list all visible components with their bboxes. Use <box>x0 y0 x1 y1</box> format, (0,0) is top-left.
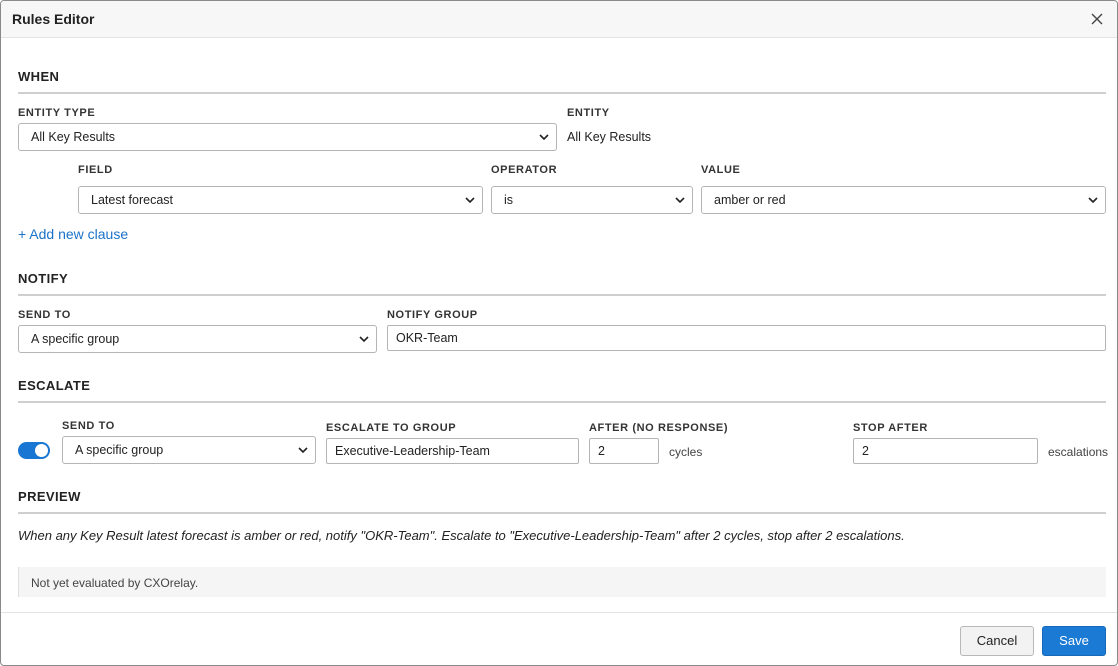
preview-section-title: PREVIEW <box>18 489 81 504</box>
close-icon[interactable] <box>1087 9 1107 29</box>
preview-divider <box>18 512 1106 514</box>
field-value: Latest forecast <box>91 193 173 207</box>
operator-select[interactable]: is <box>491 186 693 214</box>
entity-type-select[interactable]: All Key Results <box>18 123 557 151</box>
chevron-down-icon <box>1087 195 1099 205</box>
save-button[interactable]: Save <box>1042 626 1106 656</box>
escalate-group-input[interactable]: Executive-Leadership-Team <box>326 438 579 464</box>
evaluation-status-box: Not yet evaluated by CXOrelay. <box>18 567 1106 597</box>
chevron-down-icon <box>358 334 370 344</box>
operator-value: is <box>504 193 514 207</box>
toggle-knob <box>35 444 48 457</box>
escalate-send-to-label: SEND TO <box>62 420 115 432</box>
notify-group-input[interactable]: OKR-Team <box>387 325 1106 351</box>
escalate-group-label: ESCALATE TO GROUP <box>326 422 457 434</box>
when-divider <box>18 92 1106 94</box>
after-cycles-input[interactable]: 2 <box>589 438 659 464</box>
value-select[interactable]: amber or red <box>701 186 1106 214</box>
evaluation-status-text: Not yet evaluated by CXOrelay. <box>31 576 199 590</box>
notify-send-to-value: A specific group <box>31 332 120 346</box>
after-no-response-label: AFTER (NO RESPONSE) <box>589 422 729 434</box>
stop-after-label: STOP AFTER <box>853 422 928 434</box>
notify-send-to-label: SEND TO <box>18 309 71 321</box>
rules-editor-dialog: Rules Editor WHEN ENTITY TYPE All Key Re… <box>0 0 1118 666</box>
chevron-down-icon <box>464 195 476 205</box>
entity-label: ENTITY <box>567 107 610 119</box>
notify-section-title: NOTIFY <box>18 271 69 286</box>
notify-divider <box>18 294 1106 296</box>
notify-group-label: NOTIFY GROUP <box>387 309 478 321</box>
field-select[interactable]: Latest forecast <box>78 186 483 214</box>
dialog-title: Rules Editor <box>12 11 95 27</box>
dialog-header: Rules Editor <box>1 1 1117 38</box>
chevron-down-icon <box>297 445 309 455</box>
escalate-toggle[interactable] <box>18 442 50 459</box>
field-label: FIELD <box>78 164 113 176</box>
stop-after-input[interactable]: 2 <box>853 438 1038 464</box>
cycles-unit-label: cycles <box>669 445 703 459</box>
entity-type-label: ENTITY TYPE <box>18 107 96 119</box>
chevron-down-icon <box>674 195 686 205</box>
escalations-unit-label: escalations <box>1048 445 1109 459</box>
footer-divider <box>1 612 1117 613</box>
add-clause-link[interactable]: + Add new clause <box>18 226 128 242</box>
rule-preview-text: When any Key Result latest forecast is a… <box>18 528 905 543</box>
cancel-button[interactable]: Cancel <box>960 626 1034 656</box>
escalate-send-to-value: A specific group <box>75 443 164 457</box>
operator-label: OPERATOR <box>491 164 558 176</box>
escalate-send-to-select[interactable]: A specific group <box>62 436 316 464</box>
when-section-title: WHEN <box>18 69 60 84</box>
entity-type-value: All Key Results <box>31 130 116 144</box>
escalate-divider <box>18 401 1106 403</box>
chevron-down-icon <box>538 132 550 142</box>
value-value: amber or red <box>714 193 786 207</box>
escalate-section-title: ESCALATE <box>18 378 91 393</box>
entity-value: All Key Results <box>567 130 652 144</box>
notify-send-to-select[interactable]: A specific group <box>18 325 377 353</box>
value-label: VALUE <box>701 164 741 176</box>
